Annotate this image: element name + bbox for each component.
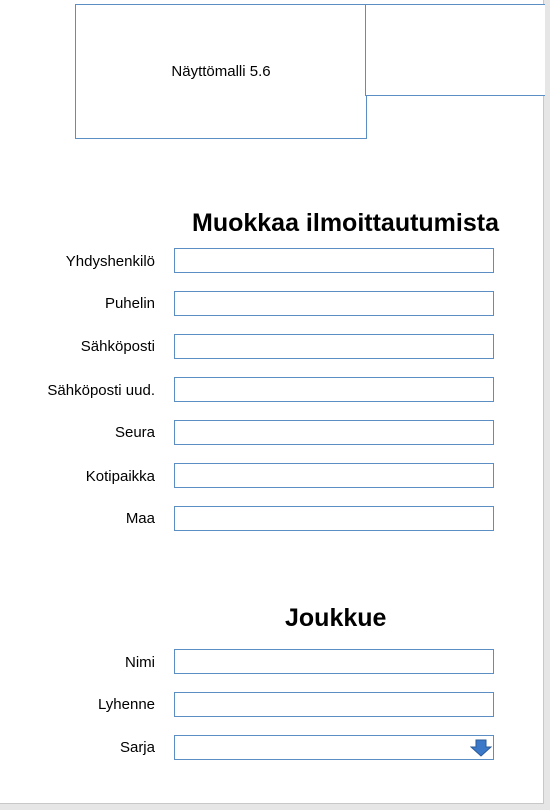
- email-confirm-field[interactable]: [174, 377, 494, 402]
- form-page: Näyttömalli 5.6 Muokkaa ilmoittautumista…: [0, 0, 545, 804]
- abbreviation-field[interactable]: [174, 692, 494, 717]
- abbreviation-label: Lyhenne: [98, 696, 155, 713]
- team-name-field[interactable]: [174, 649, 494, 674]
- hometown-field[interactable]: [174, 463, 494, 488]
- contact-field[interactable]: [174, 248, 494, 273]
- registration-title: Muokkaa ilmoittautumista: [192, 209, 499, 237]
- phone-label: Puhelin: [104, 295, 155, 312]
- email-label: Sähköposti: [80, 338, 155, 355]
- header-box: Näyttömalli 5.6: [75, 4, 367, 139]
- country-label: Maa: [125, 510, 155, 527]
- club-field[interactable]: [174, 420, 494, 445]
- country-field[interactable]: [174, 506, 494, 531]
- hometown-label: Kotipaikka: [85, 468, 155, 485]
- series-dropdown[interactable]: [174, 735, 494, 760]
- side-box: [365, 4, 545, 96]
- email-confirm-label: Sähköposti uud.: [47, 382, 155, 399]
- email-field[interactable]: [174, 334, 494, 359]
- team-title: Joukkue: [285, 604, 387, 632]
- phone-field[interactable]: [174, 291, 494, 316]
- club-label: Seura: [114, 424, 155, 441]
- contact-label: Yhdyshenkilö: [65, 253, 155, 270]
- dropdown-arrow-icon[interactable]: [470, 739, 492, 757]
- model-label: Näyttömalli 5.6: [171, 63, 271, 80]
- team-name-label: Nimi: [125, 654, 155, 671]
- series-label: Sarja: [119, 739, 155, 756]
